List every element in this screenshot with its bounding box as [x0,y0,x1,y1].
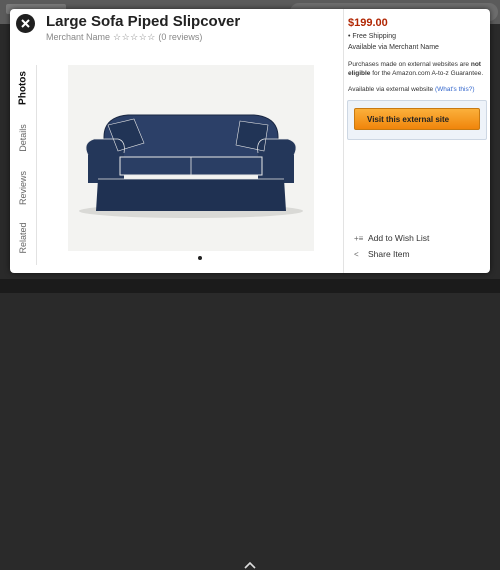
guarantee-notice: Purchases made on external websites are … [348,61,484,77]
wishlist-icon: +≡ [354,234,364,243]
carousel-dot[interactable] [198,256,202,260]
price: $199.00 [348,17,388,29]
close-icon [21,19,30,28]
tab-details[interactable]: Details [10,115,36,161]
whats-this-link[interactable]: (What's this?) [435,86,475,93]
product-photo[interactable] [68,65,314,251]
background-bottom-bar [0,279,500,569]
buy-panel: $199.00 • Free Shipping Available via Me… [343,9,491,273]
add-to-wish-list-action[interactable]: +≡ Add to Wish List [354,233,429,243]
tab-related[interactable]: Related [10,215,36,261]
rating-stars: ☆☆☆☆☆ [113,32,156,42]
shipping-note: • Free Shipping [348,33,396,40]
share-icon: < [354,250,359,259]
merchant-name[interactable]: Merchant Name [46,32,110,42]
share-item-action[interactable]: < Share Item [354,249,410,259]
tab-photos[interactable]: Photos [10,65,36,111]
close-button[interactable] [16,14,35,33]
chevron-up-icon[interactable] [243,560,257,570]
visit-external-site-button[interactable]: Visit this external site [354,108,480,130]
product-modal: Large Sofa Piped Slipcover Merchant Name… [10,9,490,273]
product-title: Large Sofa Piped Slipcover [46,13,241,30]
tab-reviews[interactable]: Reviews [10,165,36,211]
merchant-line: Merchant Name ☆☆☆☆☆ (0 reviews) [46,32,202,43]
external-site-box: Visit this external site [347,100,487,140]
vertical-tabs: Photos Details Reviews Related [10,65,37,265]
external-availability: Available via external website (What's t… [348,86,475,93]
availability-note: Available via Merchant Name [348,44,439,51]
review-count[interactable]: (0 reviews) [158,32,202,42]
sofa-image [79,114,303,218]
